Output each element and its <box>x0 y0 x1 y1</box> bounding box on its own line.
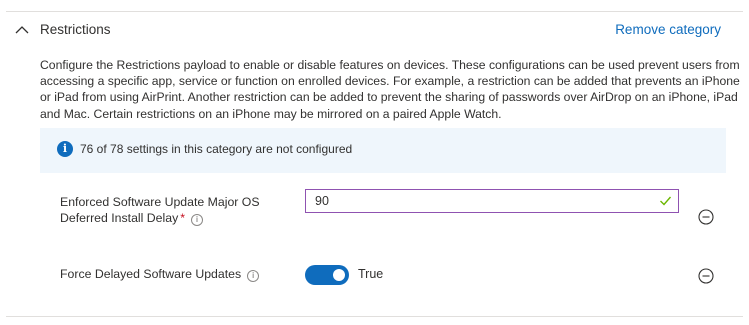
category-description: Configure the Restrictions payload to en… <box>40 58 740 121</box>
remove-setting-button[interactable] <box>698 209 714 225</box>
toggle-knob <box>333 269 345 281</box>
info-banner-text: 76 of 78 settings in this category are n… <box>80 142 353 156</box>
remove-setting-button[interactable] <box>698 268 714 284</box>
section-bottom-divider <box>6 316 743 317</box>
category-header: Restrictions Remove category <box>0 19 749 41</box>
toggle-state-label: True <box>358 267 384 281</box>
remove-category-link[interactable]: Remove category <box>615 22 721 37</box>
info-circle-icon[interactable]: i <box>247 270 260 282</box>
info-banner: i 76 of 78 settings in this category are… <box>40 128 726 173</box>
category-title: Restrictions <box>40 22 111 37</box>
deferred-install-delay-input[interactable] <box>306 190 646 212</box>
setting-label-text: Force Delayed Software Updates <box>60 267 242 281</box>
chevron-up-icon[interactable] <box>15 25 29 34</box>
section-top-divider <box>6 11 743 12</box>
force-delayed-updates-toggle[interactable] <box>305 265 349 285</box>
setting-label-text: Enforced Software Update Major OS Deferr… <box>60 195 260 225</box>
setting-label-force-delayed-updates: Force Delayed Software Updates i <box>60 266 290 282</box>
setting-label-deferred-install-delay: Enforced Software Update Major OS Deferr… <box>60 194 290 226</box>
required-asterisk: * <box>180 211 186 225</box>
info-circle-icon[interactable]: i <box>191 214 204 226</box>
checkmark-icon <box>660 196 672 206</box>
deferred-install-delay-field <box>305 189 679 213</box>
info-icon: i <box>57 141 73 157</box>
